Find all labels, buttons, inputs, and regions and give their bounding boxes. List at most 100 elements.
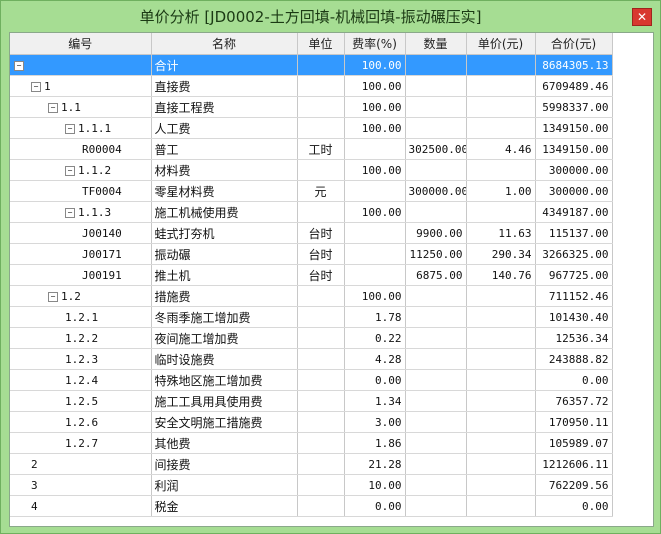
table-row[interactable]: R00004 普工 工时 302500.00 4.46 1349150.00	[10, 138, 613, 160]
row-name[interactable]: 材料费	[151, 159, 298, 181]
row-code-cell[interactable]: TF0004	[10, 180, 152, 202]
table-row[interactable]: J00171 振动碾 台时 11250.00 290.34 3266325.00	[10, 243, 613, 265]
row-total[interactable]: 0.00	[535, 369, 613, 391]
row-total[interactable]: 967725.00	[535, 264, 613, 286]
close-icon[interactable]: ✕	[632, 8, 652, 26]
row-unit-price[interactable]	[466, 306, 536, 328]
column-header-name[interactable]: 名称	[151, 33, 298, 55]
row-code-cell[interactable]: 4	[10, 495, 152, 517]
column-header-total[interactable]: 合价(元)	[535, 33, 613, 55]
row-total[interactable]: 105989.07	[535, 432, 613, 454]
row-quantity[interactable]	[405, 453, 467, 475]
column-header-rate[interactable]: 费率(%)	[344, 33, 406, 55]
row-total[interactable]: 101430.40	[535, 306, 613, 328]
row-code-cell[interactable]: 1.2.3	[10, 348, 152, 370]
table-row[interactable]: J00191 推土机 台时 6875.00 140.76 967725.00	[10, 264, 613, 286]
row-unit[interactable]: 台时	[297, 243, 345, 265]
row-total[interactable]: 170950.11	[535, 411, 613, 433]
row-unit[interactable]	[297, 117, 345, 139]
row-rate[interactable]: 3.00	[344, 411, 406, 433]
row-rate[interactable]: 100.00	[344, 75, 406, 97]
row-total[interactable]: 711152.46	[535, 285, 613, 307]
table-row[interactable]: 1.2.5 施工工具用具使用费 1.34 76357.72	[10, 390, 613, 412]
row-name[interactable]: 其他费	[151, 432, 298, 454]
row-unit[interactable]	[297, 96, 345, 118]
row-quantity[interactable]	[405, 432, 467, 454]
row-code-cell[interactable]: 1.2.4	[10, 369, 152, 391]
row-quantity[interactable]	[405, 117, 467, 139]
row-code-cell[interactable]: 1.2.7	[10, 432, 152, 454]
row-total[interactable]: 0.00	[535, 495, 613, 517]
row-unit-price[interactable]	[466, 474, 536, 496]
row-total[interactable]: 1349150.00	[535, 138, 613, 160]
row-rate[interactable]: 100.00	[344, 201, 406, 223]
row-name[interactable]: 推土机	[151, 264, 298, 286]
table-row[interactable]: −1.2 措施费 100.00 711152.46	[10, 285, 613, 307]
row-unit[interactable]: 元	[297, 180, 345, 202]
row-name[interactable]: 振动碾	[151, 243, 298, 265]
table-row[interactable]: 3 利润 10.00 762209.56	[10, 474, 613, 496]
row-name[interactable]: 人工费	[151, 117, 298, 139]
row-total[interactable]: 8684305.13	[535, 54, 613, 76]
row-name[interactable]: 冬雨季施工增加费	[151, 306, 298, 328]
row-unit[interactable]	[297, 285, 345, 307]
row-name[interactable]: 临时设施费	[151, 348, 298, 370]
row-rate[interactable]: 100.00	[344, 285, 406, 307]
table-row[interactable]: TF0004 零星材料费元 300000.00 1.00 300000.00	[10, 180, 613, 202]
title-bar[interactable]: 单价分析 [JD0002-土方回填-机械回填-振动碾压实] ✕	[1, 1, 660, 31]
row-unit[interactable]	[297, 453, 345, 475]
row-name[interactable]: 施工机械使用费	[151, 201, 298, 223]
row-name[interactable]: 蛙式打夯机	[151, 222, 298, 244]
row-total[interactable]: 76357.72	[535, 390, 613, 412]
row-code-cell[interactable]: R00004	[10, 138, 152, 160]
row-quantity[interactable]: 302500.00	[405, 138, 467, 160]
row-unit[interactable]: 台时	[297, 264, 345, 286]
row-total[interactable]: 3266325.00	[535, 243, 613, 265]
row-unit-price[interactable]	[466, 453, 536, 475]
table-row[interactable]: −1 直接费 100.00 6709489.46	[10, 75, 613, 97]
row-unit[interactable]	[297, 432, 345, 454]
row-code-cell[interactable]: 1.2.6	[10, 411, 152, 433]
row-unit-price[interactable]: 4.46	[466, 138, 536, 160]
row-code-cell[interactable]: −1.1.2	[10, 159, 152, 181]
tree-collapse-icon[interactable]: −	[14, 60, 24, 71]
row-rate[interactable]: 1.86	[344, 432, 406, 454]
row-rate[interactable]	[344, 222, 406, 244]
row-code-cell[interactable]: 1.2.2	[10, 327, 152, 349]
tree-collapse-icon[interactable]: −	[65, 207, 75, 218]
row-unit-price[interactable]	[466, 159, 536, 181]
row-unit[interactable]	[297, 54, 345, 76]
row-rate[interactable]: 4.28	[344, 348, 406, 370]
row-rate[interactable]	[344, 180, 406, 202]
row-unit[interactable]	[297, 369, 345, 391]
row-code-cell[interactable]: 2	[10, 453, 152, 475]
row-code-cell[interactable]: 3	[10, 474, 152, 496]
row-total[interactable]: 12536.34	[535, 327, 613, 349]
row-unit[interactable]	[297, 390, 345, 412]
row-quantity[interactable]	[405, 201, 467, 223]
tree-collapse-icon[interactable]: −	[31, 81, 41, 92]
row-total[interactable]: 243888.82	[535, 348, 613, 370]
row-total[interactable]: 762209.56	[535, 474, 613, 496]
row-rate[interactable]: 0.00	[344, 495, 406, 517]
row-name[interactable]: 间接费	[151, 453, 298, 475]
row-unit-price[interactable]	[466, 432, 536, 454]
column-header-quantity[interactable]: 数量	[405, 33, 467, 55]
table-row[interactable]: −1.1.1 人工费 100.00 1349150.00	[10, 117, 613, 139]
row-unit-price[interactable]: 1.00	[466, 180, 536, 202]
row-code-cell[interactable]: −	[10, 54, 152, 76]
row-code-cell[interactable]: 1.2.5	[10, 390, 152, 412]
row-quantity[interactable]: 11250.00	[405, 243, 467, 265]
row-code-cell[interactable]: 1.2.1	[10, 306, 152, 328]
row-code-cell[interactable]: −1.1	[10, 96, 152, 118]
row-name[interactable]: 安全文明施工措施费	[151, 411, 298, 433]
row-name[interactable]: 零星材料费	[151, 180, 298, 202]
row-name[interactable]: 直接工程费	[151, 96, 298, 118]
table-row[interactable]: 1.2.7 其他费 1.86 105989.07	[10, 432, 613, 454]
row-code-cell[interactable]: −1.2	[10, 285, 152, 307]
row-unit-price[interactable]	[466, 75, 536, 97]
row-total[interactable]: 300000.00	[535, 159, 613, 181]
table-row[interactable]: 1.2.6 安全文明施工措施费 3.00 170950.11	[10, 411, 613, 433]
table-row[interactable]: J00140 蛙式打夯机 台时 9900.00 11.63 115137.00	[10, 222, 613, 244]
row-quantity[interactable]	[405, 75, 467, 97]
